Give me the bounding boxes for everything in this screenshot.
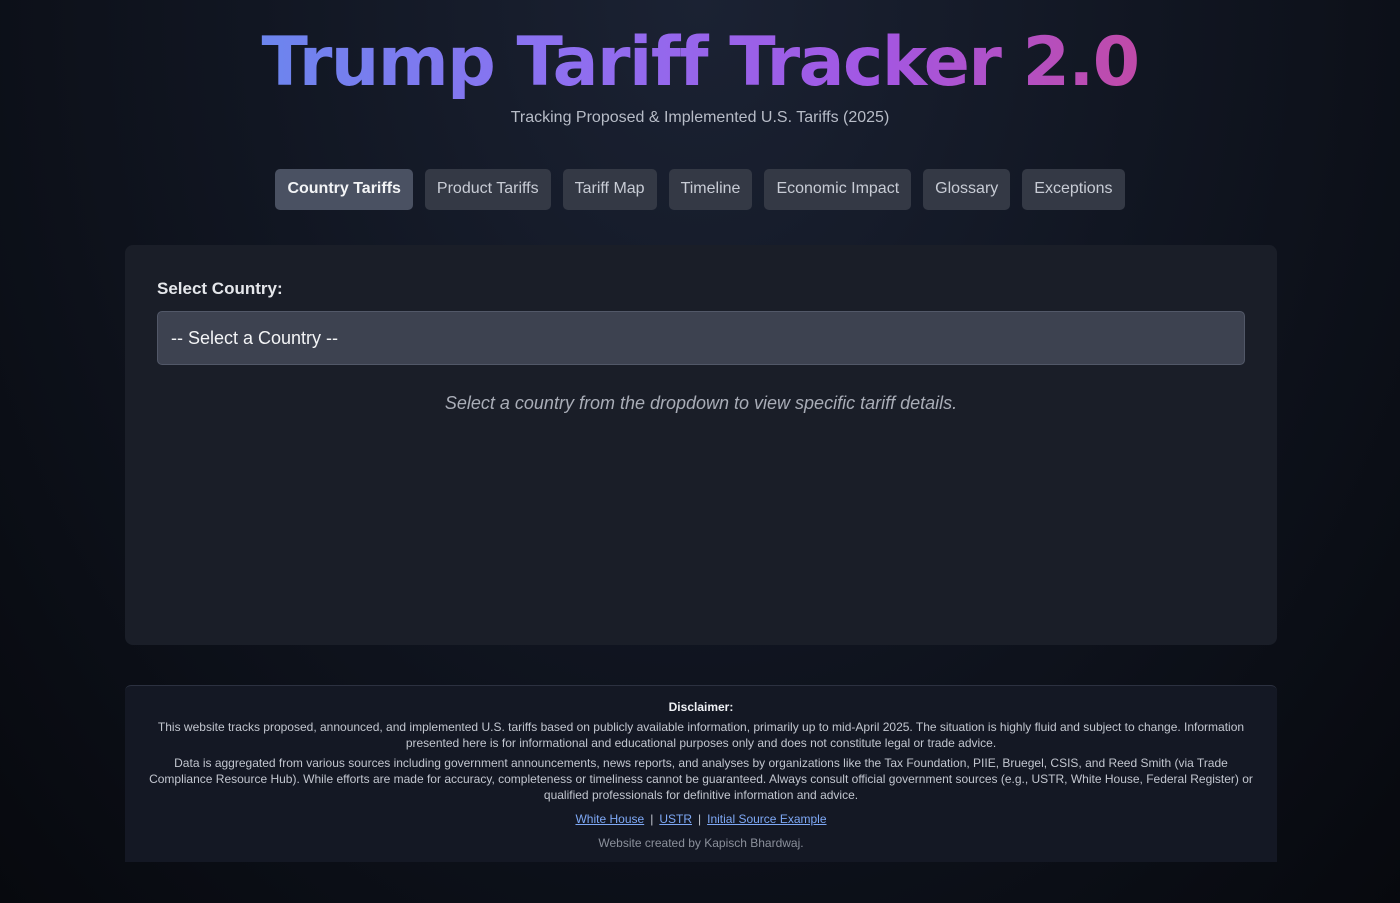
link-white-house[interactable]: White House bbox=[575, 812, 644, 826]
country-tariffs-panel: Select Country: -- Select a Country -- S… bbox=[125, 245, 1277, 645]
select-country-label: Select Country: bbox=[157, 279, 283, 298]
credit-text: Website created by Kapisch Bhardwaj. bbox=[598, 836, 804, 850]
tab-product-tariffs[interactable]: Product Tariffs bbox=[424, 168, 551, 210]
tab-timeline[interactable]: Timeline bbox=[668, 168, 753, 210]
page-subtitle: Tracking Proposed & Implemented U.S. Tar… bbox=[510, 108, 890, 126]
link-separator: | bbox=[650, 812, 654, 826]
disclaimer-title: Disclaimer: bbox=[668, 700, 734, 714]
tab-country-tariffs[interactable]: Country Tariffs bbox=[275, 168, 413, 210]
country-select[interactable]: -- Select a Country -- bbox=[157, 311, 1245, 365]
link-ustr[interactable]: USTR bbox=[659, 812, 692, 826]
tab-glossary[interactable]: Glossary bbox=[923, 168, 1011, 210]
page-title: Trump Tariff Tracker 2.0 bbox=[261, 23, 1140, 102]
country-select-value: -- Select a Country -- bbox=[171, 327, 339, 348]
tab-economic-impact[interactable]: Economic Impact bbox=[764, 168, 912, 210]
disclaimer-footer: Disclaimer: This website tracks proposed… bbox=[125, 685, 1277, 862]
disclaimer-paragraph: This website tracks proposed, announced,… bbox=[157, 720, 1245, 750]
tab-exceptions[interactable]: Exceptions bbox=[1022, 168, 1125, 210]
tab-tariff-map[interactable]: Tariff Map bbox=[562, 168, 657, 210]
empty-state-hint: Select a country from the dropdown to vi… bbox=[444, 393, 958, 413]
link-separator: | bbox=[697, 812, 702, 826]
sources-paragraph: Data is aggregated from various sources … bbox=[149, 756, 1253, 802]
tab-bar: Country Tariffs Product Tariffs Tariff M… bbox=[0, 168, 1400, 210]
page-header: Trump Tariff Tracker 2.0 Tracking Propos… bbox=[0, 0, 1400, 127]
source-links: White House | USTR | Initial Source Example bbox=[125, 811, 1277, 827]
link-initial-source[interactable]: Initial Source Example bbox=[707, 812, 826, 826]
